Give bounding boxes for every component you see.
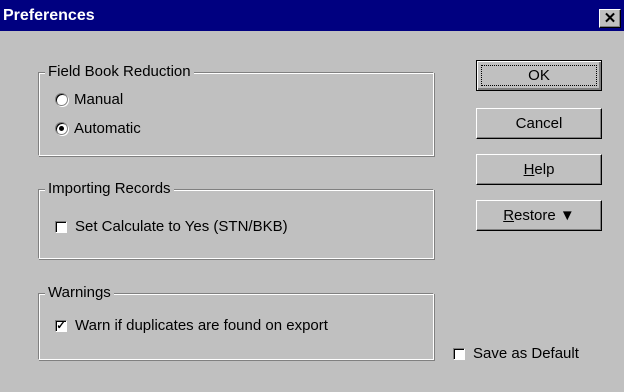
automatic-radio-label: Automatic (74, 120, 141, 137)
close-icon: ✕ (603, 10, 617, 27)
help-button[interactable]: Help (476, 154, 602, 185)
restore-mnemonic: R (503, 207, 515, 224)
dropdown-arrow-icon: ▼ (559, 207, 575, 224)
importing-records-group: Importing Records Set Calculate to Yes (… (38, 180, 434, 259)
warn-duplicates-option[interactable]: ✓ Warn if duplicates are found on export (55, 317, 328, 334)
warnings-group: Warnings ✓ Warn if duplicates are found … (38, 284, 434, 360)
manual-radio[interactable] (55, 93, 68, 106)
title-bar[interactable]: Preferences ✕ (0, 0, 624, 31)
manual-radio-option[interactable]: Manual (55, 91, 123, 108)
automatic-radio[interactable] (55, 122, 68, 135)
importing-records-label: Importing Records (45, 180, 174, 198)
automatic-radio-option[interactable]: Automatic (55, 120, 141, 137)
save-as-default-label: Save as Default (473, 345, 579, 362)
restore-label: estore (514, 207, 556, 224)
cancel-button[interactable]: Cancel (476, 108, 602, 139)
warn-duplicates-checkbox[interactable]: ✓ (55, 319, 67, 332)
field-book-reduction-label: Field Book Reduction (45, 63, 194, 81)
help-mnemonic: H (523, 161, 535, 178)
set-calculate-option[interactable]: Set Calculate to Yes (STN/BKB) (55, 218, 288, 235)
manual-radio-label: Manual (74, 91, 124, 108)
save-as-default-checkbox[interactable] (453, 347, 465, 360)
field-book-reduction-group: Field Book Reduction Manual Automatic (38, 63, 434, 156)
ok-label: OK (481, 65, 597, 86)
restore-button[interactable]: Restore ▼ (476, 200, 602, 231)
set-calculate-checkbox[interactable] (55, 220, 67, 233)
help-label: elp (534, 161, 555, 178)
close-button[interactable]: ✕ (599, 9, 621, 28)
window-title: Preferences (3, 7, 95, 24)
cancel-label: Cancel (515, 115, 563, 132)
warnings-label: Warnings (45, 284, 114, 302)
warn-duplicates-label: Warn if duplicates are found on export (75, 317, 328, 334)
set-calculate-label: Set Calculate to Yes (STN/BKB) (75, 218, 288, 235)
save-as-default-option[interactable]: Save as Default (453, 345, 579, 362)
ok-button[interactable]: OK (476, 60, 602, 91)
